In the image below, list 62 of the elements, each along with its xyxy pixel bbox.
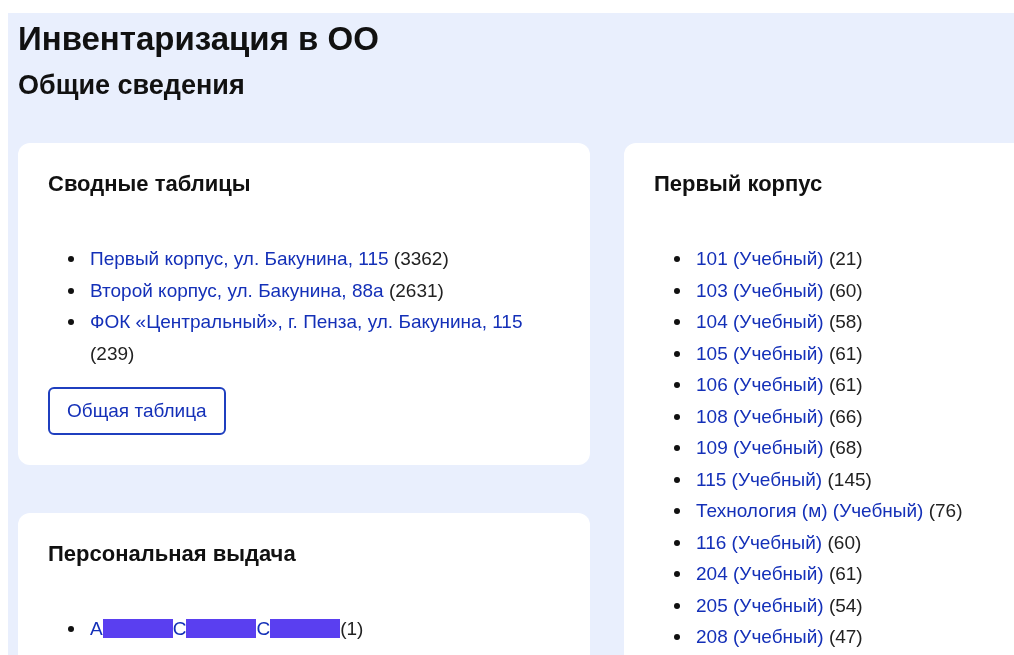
- bullet-icon: [674, 319, 680, 325]
- page-title: Инвентаризация в ОО: [18, 19, 380, 59]
- link[interactable]: 105 (Учебный): [696, 342, 824, 364]
- bullet-icon: [674, 350, 680, 357]
- bullet-icon: [68, 287, 74, 294]
- link[interactable]: 205 (Учебный): [696, 594, 824, 616]
- bullet-icon: [674, 382, 680, 388]
- list-item-text: 115 (Учебный) (145): [696, 467, 872, 492]
- bullet-icon: [674, 287, 680, 294]
- list-item-text: Первый корпус, ул. Бакунина, 115 (3362): [90, 247, 449, 271]
- link[interactable]: 104 (Учебный): [696, 311, 824, 332]
- link[interactable]: Первый корпус, ул. Бакунина, 115: [90, 248, 389, 269]
- redaction-bar: [102, 619, 173, 638]
- link[interactable]: 106 (Учебный): [696, 374, 824, 395]
- link[interactable]: ФОК «Центральный», г. Пенза, ул. Бакунина, 115: [90, 311, 523, 332]
- redaction-bar: [270, 619, 341, 638]
- list-item-text: Технология (м) (Учебный) (76): [696, 499, 963, 523]
- list-item-text: 208 (Учебный) (47): [696, 625, 863, 649]
- table-button[interactable]: Общая таблица: [48, 387, 226, 435]
- card-heading: Сводные таблицы: [48, 171, 252, 197]
- list-item-text: 106 (Учебный) (61): [696, 373, 863, 397]
- link[interactable]: 116 (Учебный): [696, 531, 823, 553]
- link[interactable]: 109 (Учебный): [696, 437, 824, 458]
- list-item-text: 101 (Учебный) (21): [696, 247, 863, 271]
- link[interactable]: 208 (Учебный): [696, 626, 824, 647]
- bullet-icon: [674, 256, 680, 262]
- list-item-text: 109 (Учебный) (68): [696, 436, 863, 460]
- bullet-icon: [674, 508, 680, 514]
- list-item-text: 103 (Учебный) (60): [696, 278, 863, 303]
- bullet-icon: [674, 539, 680, 546]
- list-item-text: ФОК «Центральный», г. Пенза, ул. Бакунина, 115 (239): [90, 310, 524, 366]
- list-item-text: 105 (Учебный) (61): [696, 341, 863, 366]
- bullet-icon: [68, 319, 74, 325]
- bullet-icon: [674, 476, 680, 483]
- card-heading: Персональная выдача: [48, 541, 297, 567]
- link[interactable]: 204 (Учебный): [696, 563, 824, 584]
- bullet-icon: [674, 634, 680, 640]
- bullet-icon: [674, 413, 680, 420]
- link[interactable]: С: [172, 618, 187, 639]
- list-item-text: 205 (Учебный) (54): [696, 593, 863, 618]
- card-heading: Первый корпус: [654, 171, 824, 197]
- link[interactable]: Технология (м) (Учебный): [696, 500, 924, 521]
- list-item-text: 108 (Учебный) (66): [696, 404, 863, 429]
- section-title: Общие сведения: [18, 69, 246, 102]
- bullet-icon: [674, 571, 680, 577]
- link[interactable]: Второй корпус, ул. Бакунина, 88а: [90, 279, 384, 301]
- list-item-text: 104 (Учебный) (58): [696, 310, 863, 334]
- list-item-text: 116 (Учебный) (60): [696, 530, 862, 555]
- link[interactable]: А: [90, 618, 103, 639]
- bullet-icon: [68, 626, 74, 632]
- list-item-text: А С С (1): [90, 617, 364, 641]
- list-item-text: Второй корпус, ул. Бакунина, 88а (2631): [90, 278, 444, 303]
- redaction-bar: [186, 619, 257, 638]
- bullet-icon: [674, 445, 680, 451]
- bullet-icon: [674, 602, 680, 609]
- link[interactable]: С: [256, 618, 271, 639]
- link[interactable]: 115 (Учебный): [696, 468, 823, 490]
- bullet-icon: [68, 256, 74, 262]
- link[interactable]: 101 (Учебный): [696, 248, 824, 269]
- list-item-text: 204 (Учебный) (61): [696, 562, 863, 586]
- link[interactable]: 103 (Учебный): [696, 279, 824, 301]
- link[interactable]: 108 (Учебный): [696, 405, 824, 427]
